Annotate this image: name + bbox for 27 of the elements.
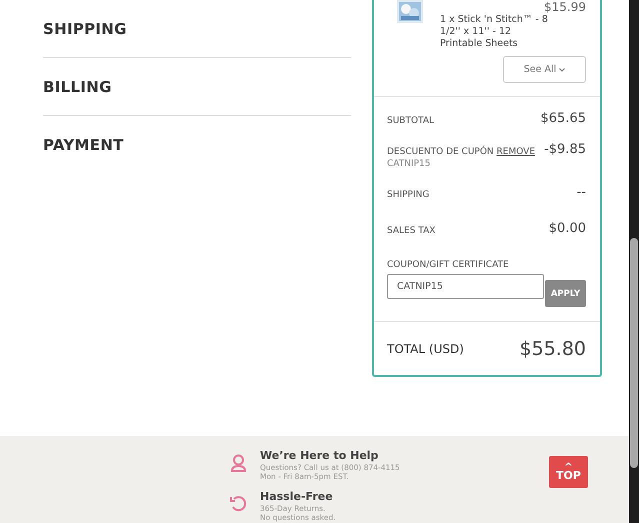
item-price: $15.99 bbox=[544, 0, 586, 14]
discount-label: DESCUENTO DE CUPÓN REMOVE bbox=[387, 147, 536, 157]
summary-value: -- bbox=[576, 185, 586, 200]
footer-title: We’re Here to Help bbox=[260, 449, 380, 463]
section-heading[interactable]: BILLING bbox=[43, 78, 112, 96]
summary-value: -$9.85 bbox=[544, 142, 586, 157]
summary-label: SUBTOTAL bbox=[387, 116, 434, 126]
section-heading[interactable]: SHIPPING bbox=[43, 20, 127, 38]
total-value: $55.80 bbox=[520, 338, 586, 360]
back-to-top-button[interactable]: ^ TOP bbox=[549, 456, 588, 488]
summary-value: $0.00 bbox=[548, 221, 586, 236]
chevron-down-icon bbox=[559, 68, 566, 72]
total-label: TOTAL (USD) bbox=[387, 342, 464, 356]
summary-label: SALES TAX bbox=[387, 226, 436, 236]
person-headset-icon bbox=[229, 453, 248, 472]
undo-arrow-icon bbox=[229, 494, 248, 513]
summary-label: SHIPPING bbox=[387, 190, 430, 200]
coupon-label: COUPON/GIFT CERTIFICATE bbox=[387, 260, 510, 270]
footer-title: Hassle-Free bbox=[260, 490, 334, 504]
item-description: 1 x Stick 'n Stitch™ - 8 1/2'' x 11'' - 12 Printable Sheets bbox=[440, 14, 548, 50]
remove-link[interactable]: REMOVE bbox=[496, 147, 536, 157]
section-heading[interactable]: PAYMENT bbox=[43, 136, 124, 154]
summary-value: $65.65 bbox=[540, 111, 586, 126]
coupon-input[interactable]: CATNIP15 bbox=[387, 274, 544, 299]
see-all-button[interactable]: See All bbox=[503, 56, 586, 83]
apply-button[interactable]: APPLY bbox=[545, 280, 586, 307]
coupon-code: CATNIP15 bbox=[387, 159, 432, 169]
